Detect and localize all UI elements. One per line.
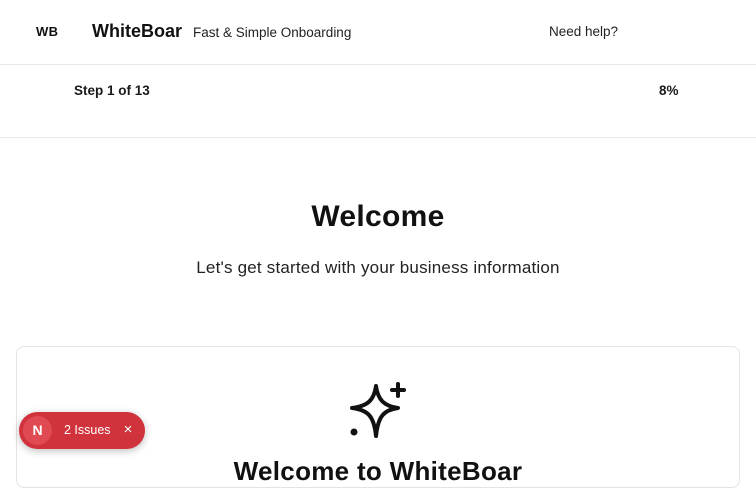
tagline: Fast & Simple Onboarding <box>193 25 352 40</box>
logo[interactable]: WB <box>36 24 58 39</box>
n-logo-icon[interactable]: N <box>23 416 52 445</box>
card-title: Welcome to WhiteBoar <box>233 456 523 486</box>
issues-overlay[interactable]: N 2 Issues × <box>19 412 145 449</box>
sparkles-icon <box>350 382 406 438</box>
top-header: WB WhiteBoar Fast & Simple Onboarding Ne… <box>0 0 756 65</box>
brand-name: WhiteBoar <box>92 21 182 41</box>
step-indicator: Step 1 of 13 <box>74 83 150 98</box>
issues-count[interactable]: 2 Issues <box>64 423 111 437</box>
need-help-link[interactable]: Need help? <box>549 24 618 39</box>
close-icon[interactable]: × <box>120 420 136 440</box>
progress-section: Step 1 of 13 8% <box>0 65 756 138</box>
page-subtitle: Let's get started with your business inf… <box>196 258 560 277</box>
page-title: Welcome <box>311 200 445 233</box>
progress-percent: 8% <box>659 83 679 98</box>
